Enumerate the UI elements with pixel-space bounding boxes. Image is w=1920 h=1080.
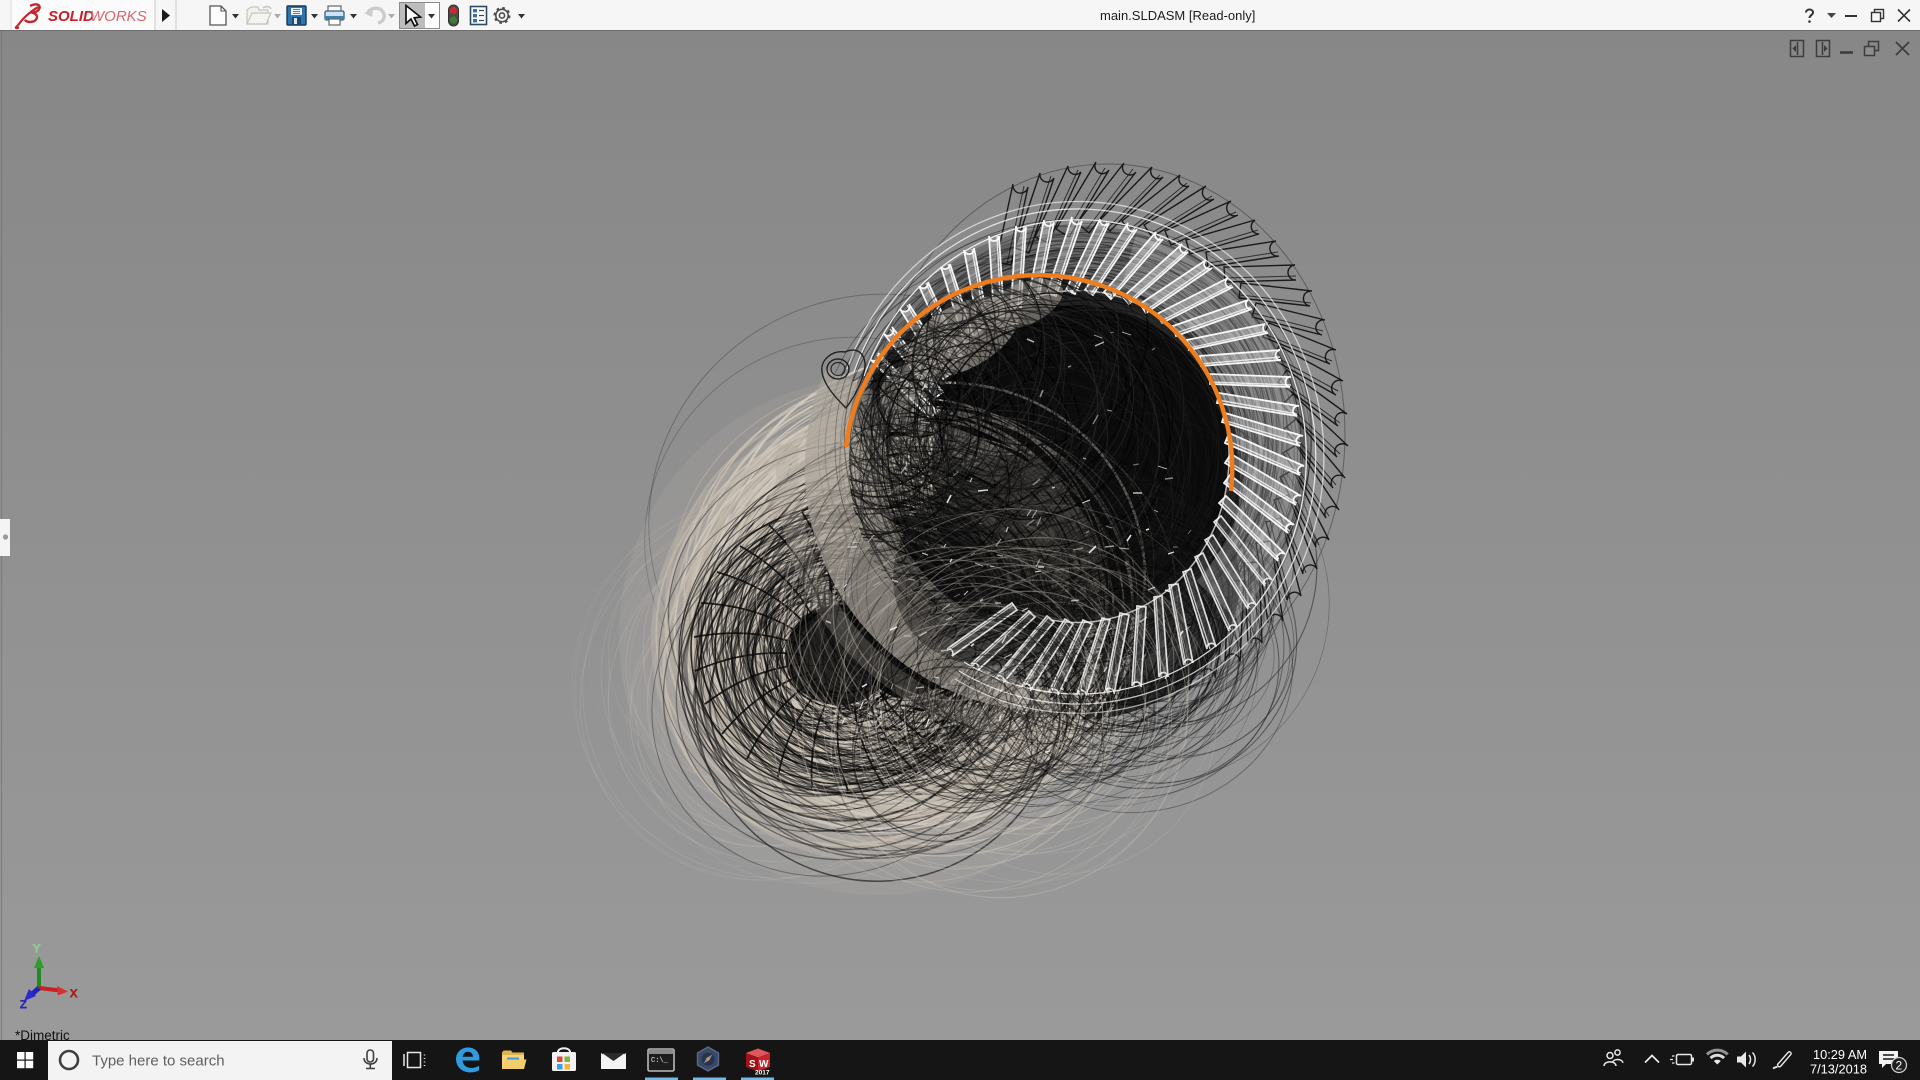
svg-text:Y: Y	[33, 943, 41, 955]
svg-text:main.SLDASM [Read-only]: main.SLDASM [Read-only]	[1100, 8, 1255, 23]
svg-text:C:\_: C:\_	[651, 1057, 669, 1065]
svg-text:S: S	[749, 1059, 756, 1070]
svg-text:7/13/2018: 7/13/2018	[1810, 1062, 1867, 1077]
svg-text:2: 2	[1896, 1059, 1903, 1073]
svg-text:W: W	[759, 1059, 769, 1070]
svg-text:10:29 AM: 10:29 AM	[1813, 1047, 1867, 1062]
svg-text:SOLID: SOLID	[48, 8, 94, 25]
svg-text:WORKS: WORKS	[90, 8, 147, 25]
svg-text:Z: Z	[20, 999, 27, 1011]
svg-text:2017: 2017	[755, 1070, 770, 1077]
svg-text:Type here to search: Type here to search	[92, 1053, 225, 1070]
svg-text:*Dimetric: *Dimetric	[15, 1028, 70, 1040]
svg-text:X: X	[70, 988, 78, 1000]
